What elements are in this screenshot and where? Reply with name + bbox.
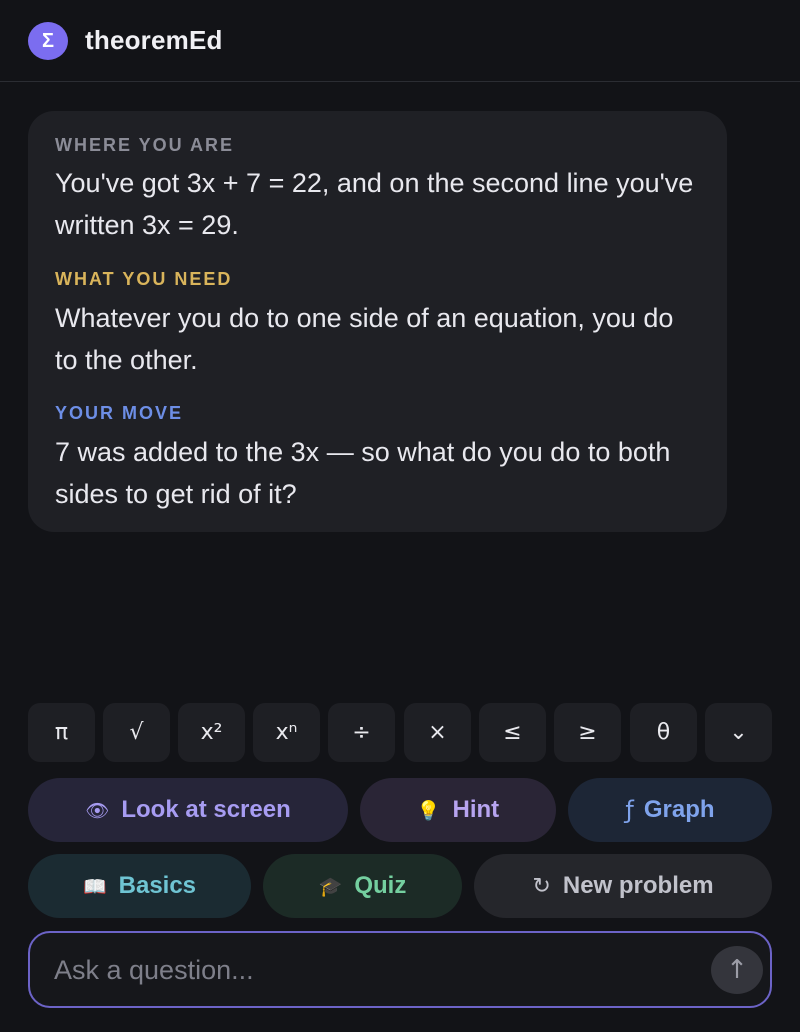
key-multiply[interactable]: ×	[404, 703, 471, 762]
app-header: Σ theoremEd	[0, 0, 800, 82]
app-title: theoremEd	[85, 25, 223, 55]
key-power[interactable]: xⁿ	[253, 703, 320, 762]
refresh-icon: ↻	[532, 873, 551, 899]
key-less-equal[interactable]: ≤	[479, 703, 546, 762]
question-input-container: ↑	[28, 931, 772, 1008]
new-problem-label: New problem	[562, 872, 714, 899]
key-more-chevron-icon[interactable]: ⌄	[705, 703, 772, 762]
book-icon: 📖	[82, 875, 107, 898]
sigma-logo-icon: Σ	[28, 22, 68, 60]
quiz-label: Quiz	[354, 872, 407, 899]
send-arrow-icon[interactable]: ↑	[711, 946, 763, 994]
quiz-button[interactable]: 🎓 Quiz	[263, 854, 462, 918]
look-at-screen-label: Look at screen	[121, 796, 291, 823]
key-pi[interactable]: π	[28, 703, 95, 762]
where-you-are-label: WHERE YOU ARE	[55, 135, 235, 155]
where-you-are-text: You've got 3x + 7 = 22, and on the secon…	[55, 168, 694, 240]
key-greater-equal[interactable]: ≥	[554, 703, 621, 762]
basics-button[interactable]: 📖 Basics	[28, 854, 251, 918]
basics-label: Basics	[118, 872, 197, 899]
your-move-label: YOUR MOVE	[55, 403, 184, 423]
hint-label: Hint	[452, 796, 500, 823]
key-divide[interactable]: ÷	[328, 703, 395, 762]
app-root: Σ theoremEd WHERE YOU ARE You've got 3x …	[0, 0, 800, 1032]
key-theta[interactable]: θ	[630, 703, 697, 762]
math-symbol-keypad: π √ x² xⁿ ÷ × ≤ ≥ θ ⌄	[28, 703, 772, 762]
tutor-message-card: WHERE YOU ARE You've got 3x + 7 = 22, an…	[28, 111, 727, 532]
look-at-screen-button[interactable]: 👁 Look at screen	[28, 778, 348, 842]
key-square[interactable]: x²	[178, 703, 245, 762]
question-input[interactable]	[54, 949, 694, 991]
what-you-need-label: WHAT YOU NEED	[55, 269, 233, 289]
lightbulb-icon: 💡	[416, 799, 441, 822]
key-sqrt[interactable]: √	[103, 703, 170, 762]
graduation-cap-icon: 🎓	[318, 875, 343, 898]
function-icon: ƒ	[625, 796, 634, 824]
graph-label: Graph	[643, 796, 715, 823]
eye-icon: 👁	[85, 799, 110, 822]
what-you-need-text: Whatever you do to one side of an equati…	[55, 303, 674, 375]
graph-button[interactable]: ƒ Graph	[568, 778, 772, 842]
hint-button[interactable]: 💡 Hint	[360, 778, 556, 842]
new-problem-button[interactable]: ↻ New problem	[474, 854, 772, 918]
your-move-text: 7 was added to the 3x — so what do you d…	[55, 437, 671, 509]
